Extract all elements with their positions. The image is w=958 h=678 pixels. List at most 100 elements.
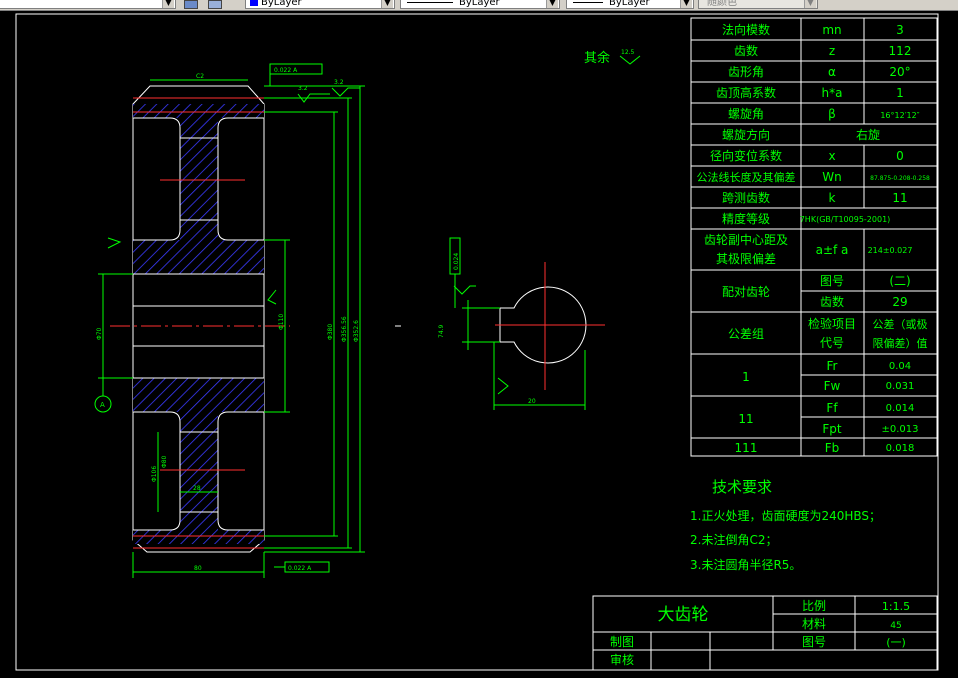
web-bottom-hatch [133, 378, 264, 412]
layer-tool-icon[interactable] [184, 0, 198, 9]
spec-name-0: 法向模数 [722, 22, 770, 37]
tolerance-value-3: ±0.013 [881, 424, 918, 435]
tolerance-value-1: 0.031 [886, 381, 915, 392]
tolerance-group-2: 11 [738, 412, 753, 426]
color-swatch [250, 0, 258, 6]
spec-value-4: 16°12′12″ [880, 111, 919, 120]
part-name: 大齿轮 [658, 605, 709, 625]
tolerance-group-header: 公差组 [728, 327, 764, 341]
center-distance-label-line2: 其极限偏差 [716, 251, 776, 266]
spec-symbol-7: Wn [822, 170, 841, 184]
runout-bottom-label: 0.022 A [288, 565, 312, 572]
tolerance-code-0: Fr [827, 359, 838, 373]
web-top-hatch [133, 240, 264, 274]
key-depth-label: 74.9 [438, 324, 445, 338]
parameter-table-text: 法向模数 mn 3 齿数 z 112 齿形角 α 20° 齿顶高系数 h*a 1… [697, 22, 931, 455]
spec-value-1: 112 [889, 44, 912, 58]
roughness-note-label: 其余 [584, 50, 610, 66]
chevron-down-icon[interactable]: ▼ [381, 0, 393, 8]
spec-name-5: 螺旋方向 [722, 127, 770, 142]
spec-value-6: 0 [896, 149, 904, 163]
spec-symbol-4: β [828, 107, 836, 121]
symmetry-tol-label: 0.024 [453, 253, 460, 270]
keyway-width-label: 20 [528, 398, 536, 405]
hub-width-label: 28 [193, 485, 201, 492]
chevron-down-icon[interactable]: ▼ [162, 0, 174, 8]
drawing-canvas[interactable]: C2 3.2 3.2 0.022 A 0.022 A A 80 28 Φ70 7… [0, 10, 958, 678]
tolerance-value-4: 0.018 [886, 443, 915, 454]
mating-drawing-no-label: 图号 [820, 274, 844, 288]
lineweight-combo-value: ByLayer [609, 0, 650, 8]
rim-top-hatch [133, 104, 264, 118]
diameter-2-label: Φ380 [327, 324, 334, 340]
spec-name-3: 齿顶高系数 [716, 85, 776, 100]
drawn-label: 制图 [610, 635, 634, 649]
datum-label: A [100, 401, 105, 409]
spec-name-2: 齿形角 [728, 65, 764, 79]
layer-combo[interactable]: ▼ [0, 0, 176, 9]
tolerance-value-0: 0.04 [889, 361, 911, 372]
mating-drawing-no-value: (二) [889, 274, 910, 288]
bore-label: Φ70 [96, 327, 103, 340]
roughness-label-b: 3.2 [334, 79, 344, 86]
checked-label: 审核 [610, 652, 634, 667]
spec-value-5: 右旋 [856, 127, 880, 142]
material-value: 45 [890, 621, 901, 631]
spec-name-6: 径向变位系数 [710, 148, 782, 163]
spec-name-9: 精度等级 [722, 211, 770, 226]
tolerance-value-header-line1: 公差（或极 [873, 317, 928, 331]
tolerance-code-3: Fpt [822, 422, 842, 436]
center-distance-value: 214±0.027 [868, 246, 913, 255]
material-label: 材料 [802, 617, 826, 631]
diameter-4-label: Φ352.6 [353, 320, 360, 342]
chevron-down-icon[interactable]: ▼ [546, 0, 558, 8]
width-label: 80 [194, 565, 202, 572]
drawing-no-value: (一) [886, 636, 906, 649]
plotstyle-combo-value: 随颜色 [707, 0, 737, 8]
linetype-combo-value: ByLayer [459, 0, 500, 8]
runout-top-label: 0.022 A [274, 67, 298, 74]
tolerance-value-2: 0.014 [886, 403, 915, 414]
plotstyle-combo[interactable]: 随颜色 ▼ [698, 0, 818, 9]
tech-item-1: 1.正火处理，齿面硬度为240HBS； [690, 508, 881, 523]
spec-value-0: 3 [896, 23, 904, 37]
scale-label: 比例 [802, 599, 826, 613]
linetype-combo[interactable]: ByLayer ▼ [400, 0, 560, 9]
roughness-note-value: 12.5 [621, 49, 635, 56]
spec-value-7: 87.875-0.208-0.258 [870, 175, 930, 182]
spec-symbol-6: x [828, 149, 835, 163]
mating-teeth-label: 齿数 [820, 294, 844, 309]
tolerance-code-1: Fw [824, 379, 841, 393]
spec-value-3: 1 [896, 86, 904, 100]
spec-name-7: 公法线长度及其偏差 [697, 170, 796, 184]
tolerance-code-2: Ff [826, 401, 838, 415]
spec-symbol-8: k [829, 191, 836, 205]
center-distance-symbol: a±f a [816, 243, 849, 257]
title-block-text: 大齿轮 比例 1:1.5 材料 45 图号 (一) 制图 审核 [610, 599, 910, 667]
spec-value-2: 20° [889, 65, 910, 79]
spec-symbol-3: h*a [822, 86, 843, 100]
diameter-5-label: Φ106 [151, 466, 158, 482]
chevron-down-icon[interactable]: ▼ [804, 0, 816, 8]
diameter-1-label: Φ110 [278, 314, 285, 330]
spec-name-8: 跨测齿数 [722, 190, 770, 205]
tolerance-code-4: Fb [825, 441, 840, 455]
tech-title: 技术要求 [712, 478, 772, 496]
tolerance-item-header-line2: 代号 [820, 336, 844, 350]
tech-item-2: 2.未注倒角C2； [690, 532, 777, 547]
spec-value-9: 7HK(GB/T10095-2001) [800, 215, 891, 224]
tolerance-value-header-line2: 限偏差）值 [873, 336, 928, 350]
layer-states-icon[interactable] [208, 0, 222, 9]
tolerance-group-0: 1 [742, 370, 750, 384]
color-combo[interactable]: ByLayer ▼ [245, 0, 395, 9]
spec-value-8: 11 [892, 191, 907, 205]
chevron-down-icon[interactable]: ▼ [680, 0, 692, 8]
drawing-no-label: 图号 [802, 635, 826, 649]
lineweight-combo[interactable]: ByLayer ▼ [566, 0, 694, 9]
spec-symbol-2: α [828, 65, 836, 79]
diameter-3-label: Φ356.56 [341, 316, 348, 342]
web-upper-hatch [180, 118, 218, 240]
hole-label: Φ80 [161, 455, 168, 468]
mating-gear-label: 配对齿轮 [722, 285, 770, 299]
chamfer-label: C2 [196, 73, 204, 80]
